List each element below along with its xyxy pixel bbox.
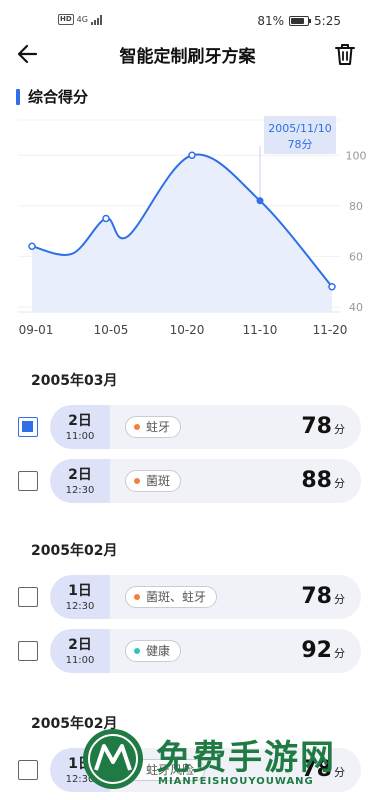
x-tick-label: 09-01 — [19, 323, 54, 337]
record-score-unit: 分 — [334, 477, 345, 490]
record-item[interactable]: 2日 11:00 蛀牙 78 分 — [50, 405, 361, 449]
score-section-header: 综合得分 — [16, 86, 88, 107]
page-title: 智能定制刷牙方案 — [119, 47, 256, 67]
record-item[interactable]: 1日 12:30 菌斑、蛀牙 78 分 — [50, 575, 361, 619]
signal-icon — [90, 14, 102, 25]
record-tag: 菌斑 — [125, 470, 182, 492]
data-point — [328, 282, 336, 291]
record-score-value: 92 — [301, 638, 332, 663]
clock: 5:25 — [314, 14, 341, 28]
record-score: 88 分 — [301, 468, 345, 493]
section-accent-bar — [16, 88, 20, 105]
watermark-logo-icon — [83, 729, 143, 789]
record-time: 12:30 — [65, 485, 95, 496]
record-item[interactable]: 2日 12:30 菌斑 88 分 — [50, 459, 361, 503]
record-day: 2日 — [68, 467, 92, 483]
record-time: 12:30 — [65, 601, 95, 612]
record-time: 11:00 — [65, 431, 95, 442]
x-tick-label: 11-20 — [313, 323, 348, 337]
section-title: 综合得分 — [28, 88, 89, 106]
y-tick-label: 80 — [349, 200, 363, 213]
record-score: 78 分 — [301, 414, 345, 439]
y-tick-label: 100 — [346, 149, 367, 162]
record-score-value: 88 — [301, 468, 332, 493]
tag-dot-icon — [134, 478, 140, 484]
record-day: 2日 — [68, 413, 92, 429]
y-tick-label: 40 — [349, 301, 363, 314]
y-tick-label: 60 — [349, 250, 363, 263]
tooltip-score: 78分 — [288, 138, 313, 151]
tag-dot-icon — [134, 594, 140, 600]
group-title: 2005年03月 — [31, 373, 118, 389]
record-score: 78 分 — [301, 584, 345, 609]
record-date: 2日 11:00 — [50, 405, 110, 449]
record-tag-label: 健康 — [146, 644, 171, 658]
record-score-unit: 分 — [334, 423, 345, 436]
record-score-value: 78 — [301, 414, 332, 439]
site-watermark: 免费手游网 MIANFEISHOUYOUWANG — [70, 718, 370, 800]
record-tag: 蛀牙 — [125, 416, 182, 438]
record-tag-label: 菌斑、蛀牙 — [146, 590, 207, 604]
nav-bar: 智能定制刷牙方案 — [0, 36, 375, 72]
record-score-unit: 分 — [334, 593, 345, 606]
record-day: 1日 — [68, 583, 92, 599]
chart-area-fill — [32, 154, 332, 312]
record-tag: 健康 — [125, 640, 182, 662]
battery-percent: 81% — [257, 14, 285, 28]
trash-icon — [335, 44, 355, 65]
tooltip-date: 2005/11/10 — [268, 122, 331, 135]
record-score-unit: 分 — [334, 647, 345, 660]
battery-icon — [289, 16, 312, 26]
record-checkbox[interactable] — [18, 417, 38, 437]
record-day: 2日 — [68, 637, 92, 653]
record-tag-label: 菌斑 — [146, 474, 171, 488]
record-item[interactable]: 2日 11:00 健康 92 分 — [50, 629, 361, 673]
group-title: 2005年02月 — [31, 543, 118, 559]
tag-dot-icon — [134, 648, 140, 654]
data-point — [102, 214, 110, 223]
record-checkbox[interactable] — [18, 760, 38, 780]
record-tag: 菌斑、蛀牙 — [125, 586, 218, 608]
record-date: 1日 12:30 — [50, 575, 110, 619]
highlight-point — [256, 197, 264, 205]
x-tick-label: 10-05 — [94, 323, 129, 337]
record-time: 11:00 — [65, 655, 95, 666]
status-left: HD 4G — [58, 14, 102, 25]
data-point — [28, 242, 36, 251]
record-date: 2日 11:00 — [50, 629, 110, 673]
watermark-text: 免费手游网 — [156, 738, 336, 778]
record-checkbox[interactable] — [18, 471, 38, 491]
record-score: 92 分 — [301, 638, 345, 663]
score-chart: 40 60 80 100 2005/11/10 78分 09-01 10-05 10-20 11-… — [18, 116, 367, 337]
tag-dot-icon — [134, 424, 140, 430]
status-right: 81% 5:25 — [257, 14, 341, 28]
data-point — [188, 151, 196, 160]
x-tick-label: 11-10 — [243, 323, 278, 337]
delete-button[interactable] — [331, 40, 359, 68]
hd-badge: HD — [58, 14, 74, 25]
x-tick-label: 10-20 — [170, 323, 205, 337]
network-type: 4G — [76, 15, 88, 24]
record-checkbox[interactable] — [18, 587, 38, 607]
record-tag-label: 蛀牙 — [146, 420, 171, 434]
record-score-value: 78 — [301, 584, 332, 609]
record-checkbox[interactable] — [18, 641, 38, 661]
watermark-subtext: MIANFEISHOUYOUWANG — [158, 776, 314, 787]
record-date: 2日 12:30 — [50, 459, 110, 503]
